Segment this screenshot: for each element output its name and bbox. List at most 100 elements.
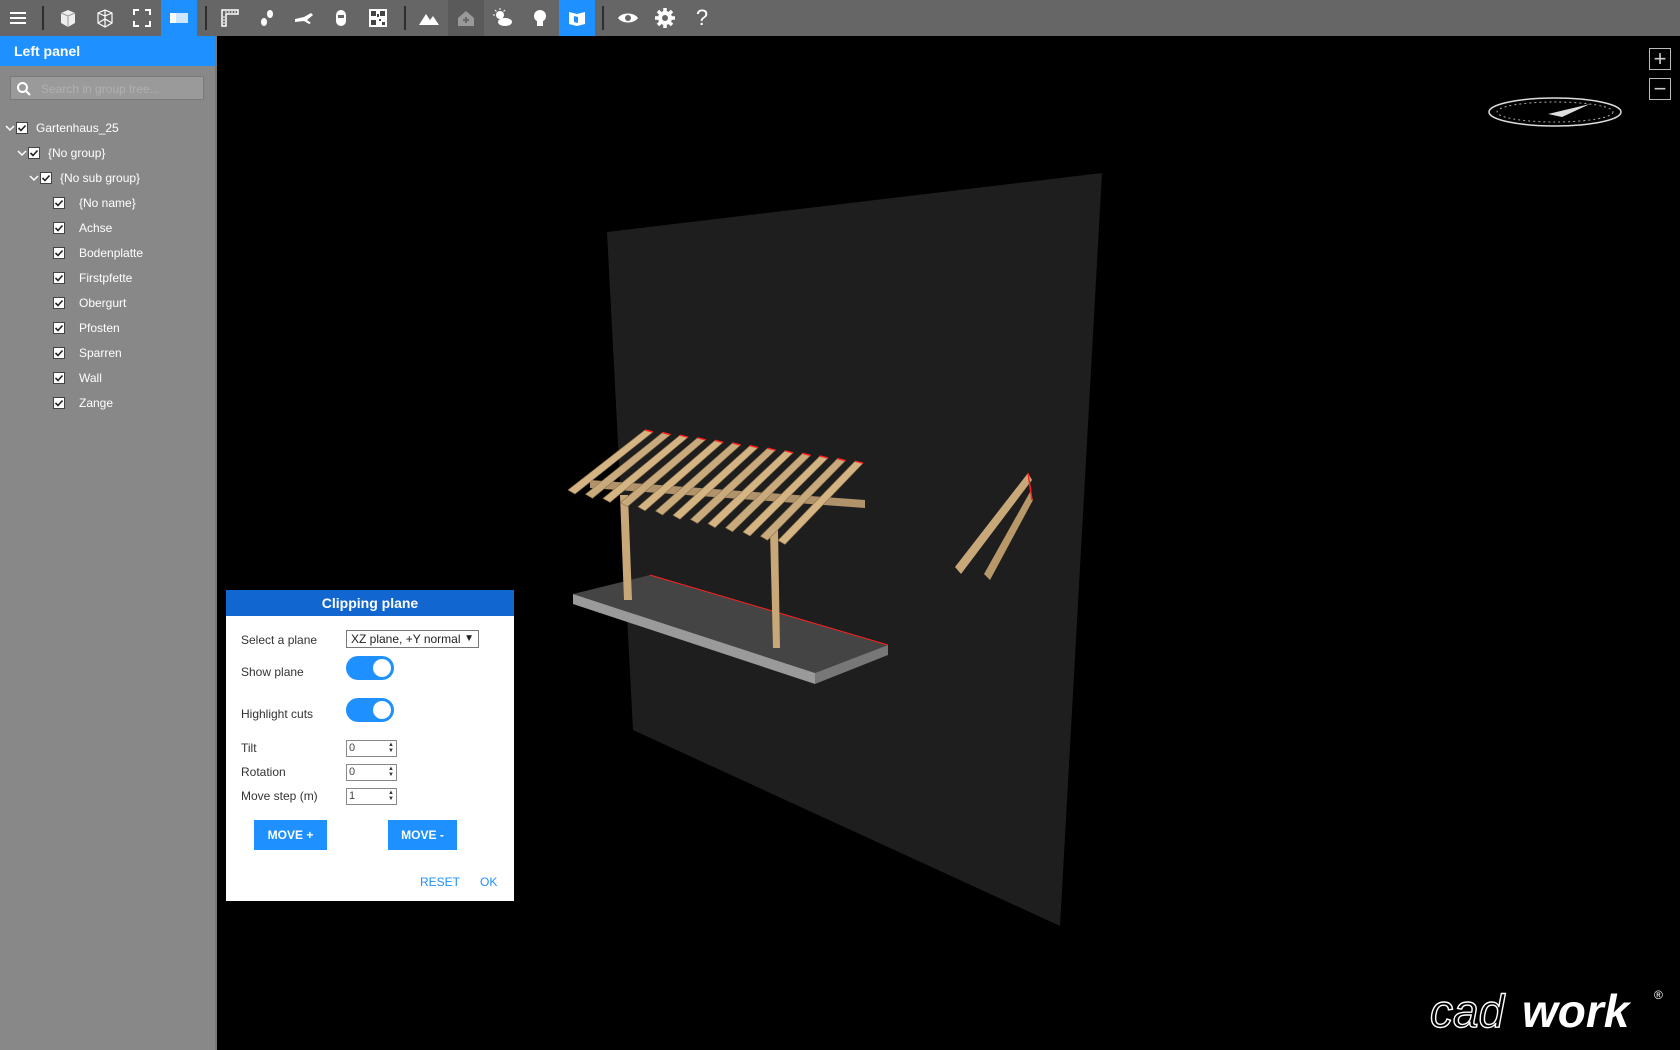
tilt-input[interactable]: 0 ▲ ▼ [346, 740, 397, 757]
spinner-icon[interactable]: ▲ ▼ [388, 790, 394, 802]
fly-icon[interactable] [286, 0, 322, 36]
help-icon[interactable]: ? [684, 0, 720, 36]
chevron-down-icon[interactable] [28, 172, 40, 184]
tree-item-label: Sparren [79, 346, 122, 360]
zoom-in-button[interactable]: + [1649, 48, 1671, 70]
tree-checkbox[interactable] [53, 222, 65, 234]
toolbar-separator [602, 6, 604, 30]
reset-button[interactable]: RESET [420, 875, 460, 889]
tree-item-zange[interactable]: Zange [53, 393, 113, 413]
tree-item-wall[interactable]: Wall [53, 368, 102, 388]
ok-button[interactable]: OK [480, 875, 497, 889]
tree-item-label: Zange [79, 396, 114, 410]
move-minus-button[interactable]: MOVE - [388, 820, 457, 850]
chevron-down-icon[interactable] [4, 122, 16, 134]
dialog-title: Clipping plane [226, 590, 514, 616]
move-step-label: Move step (m) [241, 789, 318, 803]
tree-item-no-sub-group[interactable]: {No sub group} [28, 168, 140, 188]
show-plane-label: Show plane [241, 665, 304, 679]
highlight-cuts-label: Highlight cuts [241, 707, 314, 721]
search-icon [16, 81, 32, 102]
move-plus-button[interactable]: MOVE + [254, 820, 327, 850]
tree-item-label: Achse [79, 221, 113, 235]
left-panel: Left panel Gartenhaus_25 {No group} {No … [0, 36, 217, 1050]
toolbar-separator [42, 6, 44, 30]
rotation-input[interactable]: 0 ▲ ▼ [346, 764, 397, 781]
tree-checkbox[interactable] [53, 247, 65, 259]
tree-item-label: Gartenhaus_25 [36, 121, 119, 135]
rotation-value: 0 [349, 766, 356, 778]
spinner-icon[interactable]: ▲ ▼ [388, 766, 394, 778]
zoom-out-button[interactable]: − [1649, 78, 1671, 100]
dropdown-arrow-icon: ▼ [464, 633, 474, 644]
tilt-label: Tilt [241, 741, 257, 755]
toolbar-separator [205, 6, 207, 30]
spinner-icon[interactable]: ▲ ▼ [388, 742, 394, 754]
top-toolbar: ? [0, 0, 1680, 36]
tree-checkbox[interactable] [53, 372, 65, 384]
tree-item-obergurt[interactable]: Obergurt [53, 293, 126, 313]
menu-icon[interactable] [0, 0, 36, 36]
wireframe-cube-icon[interactable] [87, 0, 123, 36]
tree-checkbox[interactable] [28, 147, 40, 159]
tree-item-label: Firstpfette [79, 271, 133, 285]
select-plane-label: Select a plane [241, 633, 318, 647]
tree-item-label: Pfosten [79, 321, 120, 335]
clipping-plane-dialog: Clipping plane Select a plane XZ plane, … [226, 590, 514, 901]
tree-item-gartenhaus[interactable]: Gartenhaus_25 [4, 118, 119, 138]
tree-item-firstpfette[interactable]: Firstpfette [53, 268, 132, 288]
tree-checkbox[interactable] [53, 297, 65, 309]
tree-item-label: {No group} [48, 146, 106, 160]
clipping-plane-icon[interactable] [161, 0, 197, 36]
tree-item-label: {No sub group} [60, 171, 141, 185]
tree-item-no-group[interactable]: {No group} [16, 143, 105, 163]
show-plane-toggle[interactable] [346, 656, 394, 680]
tree-checkbox[interactable] [53, 322, 65, 334]
tree-checkbox[interactable] [40, 172, 52, 184]
measure-icon[interactable] [212, 0, 248, 36]
compass-icon [1488, 97, 1622, 127]
move-step-input[interactable]: 1 ▲ ▼ [346, 788, 397, 805]
house-icon[interactable] [448, 0, 484, 36]
toolbar-separator [404, 6, 406, 30]
eye-icon[interactable] [610, 0, 646, 36]
cadwork-logo: cad work ® [1428, 983, 1668, 1044]
layer-panel-icon[interactable] [559, 0, 595, 36]
tree-item-no-name[interactable]: {No name} [53, 193, 136, 213]
tree-item-label: {No name} [79, 196, 136, 210]
walk-icon[interactable] [249, 0, 285, 36]
move-step-value: 1 [349, 790, 356, 802]
weather-icon[interactable] [485, 0, 521, 36]
plane-select-value: XZ plane, +Y normal [351, 632, 461, 646]
gear-icon[interactable] [647, 0, 683, 36]
terrain-icon[interactable] [411, 0, 447, 36]
search-input[interactable] [39, 79, 203, 99]
tree-item-achse[interactable]: Achse [53, 218, 112, 238]
tree-checkbox[interactable] [16, 122, 28, 134]
tree-checkbox[interactable] [53, 197, 65, 209]
solid-cube-icon[interactable] [50, 0, 86, 36]
logo-registered: ® [1654, 988, 1663, 1002]
chevron-down-icon[interactable] [16, 147, 28, 159]
tree-item-pfosten[interactable]: Pfosten [53, 318, 120, 338]
tree-item-bodenplatte[interactable]: Bodenplatte [53, 243, 143, 263]
tilt-value: 0 [349, 742, 356, 754]
group-tree-search[interactable] [10, 76, 204, 100]
fullscreen-icon[interactable] [124, 0, 160, 36]
light-bulb-icon[interactable] [522, 0, 558, 36]
tree-checkbox[interactable] [53, 347, 65, 359]
tree-checkbox[interactable] [53, 272, 65, 284]
tree-item-label: Obergurt [79, 296, 127, 310]
logo-text-bold: work [1522, 985, 1632, 1037]
plane-select[interactable]: XZ plane, +Y normal ▼ [346, 630, 479, 648]
tree-item-label: Bodenplatte [79, 246, 144, 260]
vr-headset-icon[interactable] [323, 0, 359, 36]
tree-item-sparren[interactable]: Sparren [53, 343, 122, 363]
tree-checkbox[interactable] [53, 397, 65, 409]
qr-code-icon[interactable] [360, 0, 396, 36]
clipping-plane-surface [607, 173, 1102, 926]
left-panel-title: Left panel [0, 36, 215, 66]
logo-text-light: cad [1430, 985, 1506, 1037]
rotation-label: Rotation [241, 765, 286, 779]
highlight-cuts-toggle[interactable] [346, 698, 394, 722]
